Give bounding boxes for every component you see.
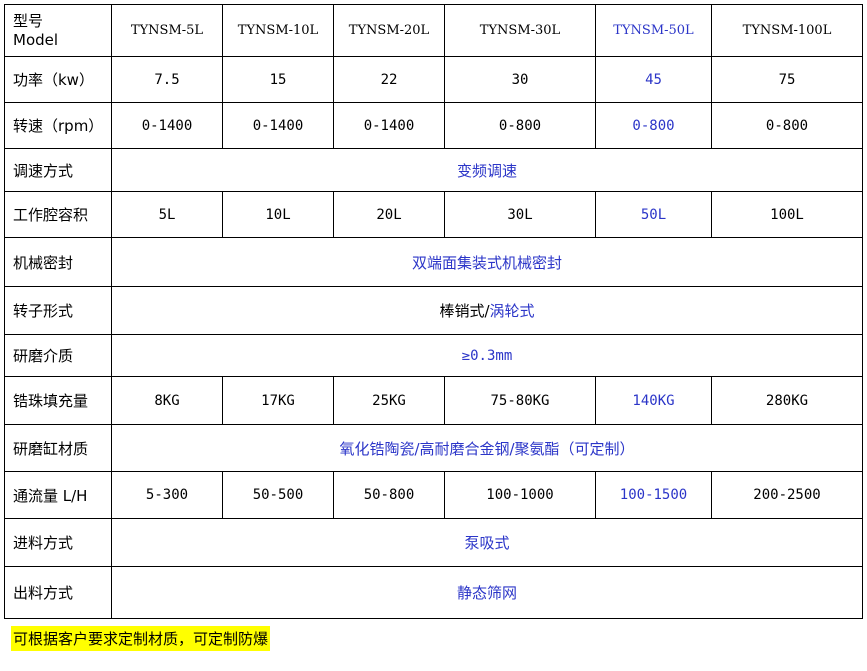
chamber-volume-label: 工作腔容积 xyxy=(4,191,112,238)
speed-control-row: 调速方式 变频调速 xyxy=(4,148,863,192)
mechanical-seal-label: 机械密封 xyxy=(4,237,112,287)
power-cell: 7.5 xyxy=(111,56,223,103)
model-cell: TYNSM-10L xyxy=(222,4,334,57)
rotor-type-b: 涡轮式 xyxy=(489,302,535,320)
note-container: 可根据客户要求定制材质，可定制防爆 xyxy=(11,626,271,651)
cylinder-material-row: 研磨缸材质 氧化锆陶瓷/高耐磨合金钢/聚氨酯（可定制） xyxy=(4,424,863,472)
chamber-volume-cell: 30L xyxy=(444,191,596,238)
chamber-volume-cell: 20L xyxy=(333,191,445,238)
mechanical-seal-row: 机械密封 双端面集装式机械密封 xyxy=(4,237,863,287)
discharge-method-value: 静态筛网 xyxy=(111,566,863,619)
chamber-volume-cell: 10L xyxy=(222,191,334,238)
speed-cell-highlight: 0-800 xyxy=(595,102,712,149)
speed-cell: 0-800 xyxy=(711,102,863,149)
rotor-type-label: 转子形式 xyxy=(4,286,112,335)
model-cell: TYNSM-20L xyxy=(333,4,445,57)
chamber-volume-cell: 5L xyxy=(111,191,223,238)
power-cell-highlight: 45 xyxy=(595,56,712,103)
discharge-method-row: 出料方式 静态筛网 xyxy=(4,566,863,619)
power-label: 功率（kw） xyxy=(4,56,112,103)
flow-rate-cell: 5-300 xyxy=(111,471,223,519)
discharge-method-label: 出料方式 xyxy=(4,566,112,619)
speed-cell: 0-800 xyxy=(444,102,596,149)
flow-rate-cell: 50-500 xyxy=(222,471,334,519)
rotor-type-cell: 棒销式/涡轮式 xyxy=(111,286,863,335)
bead-fill-cell-highlight: 140KG xyxy=(595,376,712,425)
model-row: 型号 Model TYNSM-5L TYNSM-10L TYNSM-20L TY… xyxy=(4,4,863,57)
feed-method-value: 泵吸式 xyxy=(111,518,863,567)
bead-fill-cell: 75-80KG xyxy=(444,376,596,425)
chamber-volume-row: 工作腔容积 5L 10L 20L 30L 50L 100L xyxy=(4,191,863,238)
grinding-media-value: ≥0.3mm xyxy=(111,334,863,377)
mechanical-seal-value: 双端面集装式机械密封 xyxy=(111,237,863,287)
bead-fill-cell: 25KG xyxy=(333,376,445,425)
power-cell: 22 xyxy=(333,56,445,103)
speed-cell: 0-1400 xyxy=(333,102,445,149)
bead-fill-cell: 17KG xyxy=(222,376,334,425)
chamber-volume-cell: 100L xyxy=(711,191,863,238)
speed-row: 转速（rpm） 0-1400 0-1400 0-1400 0-800 0-800… xyxy=(4,102,863,149)
feed-method-label: 进料方式 xyxy=(4,518,112,567)
flow-rate-label: 通流量 L/H xyxy=(4,471,112,519)
flow-rate-row: 通流量 L/H 5-300 50-500 50-800 100-1000 100… xyxy=(4,471,863,519)
model-label-cell: 型号 Model xyxy=(4,4,112,57)
model-cell: TYNSM-30L xyxy=(444,4,596,57)
spec-table: 型号 Model TYNSM-5L TYNSM-10L TYNSM-20L TY… xyxy=(4,4,863,619)
grinding-media-label: 研磨介质 xyxy=(4,334,112,377)
cylinder-material-label: 研磨缸材质 xyxy=(4,424,112,472)
flow-rate-cell-highlight: 100-1500 xyxy=(595,471,712,519)
power-cell: 75 xyxy=(711,56,863,103)
rotor-type-a: 棒销式 xyxy=(439,302,485,320)
flow-rate-cell: 200-2500 xyxy=(711,471,863,519)
rotor-type-row: 转子形式 棒销式/涡轮式 xyxy=(4,286,863,335)
model-cell: TYNSM-5L xyxy=(111,4,223,57)
flow-rate-cell: 50-800 xyxy=(333,471,445,519)
model-label-en: Model xyxy=(13,30,59,49)
bead-fill-row: 锆珠填充量 8KG 17KG 25KG 75-80KG 140KG 280KG xyxy=(4,376,863,425)
bead-fill-cell: 8KG xyxy=(111,376,223,425)
customization-note: 可根据客户要求定制材质，可定制防爆 xyxy=(11,626,271,651)
speed-cell: 0-1400 xyxy=(111,102,223,149)
power-cell: 15 xyxy=(222,56,334,103)
cylinder-material-value: 氧化锆陶瓷/高耐磨合金钢/聚氨酯（可定制） xyxy=(111,424,863,472)
chamber-volume-cell-highlight: 50L xyxy=(595,191,712,238)
speed-cell: 0-1400 xyxy=(222,102,334,149)
bead-fill-label: 锆珠填充量 xyxy=(4,376,112,425)
grinding-media-row: 研磨介质 ≥0.3mm xyxy=(4,334,863,377)
model-cell: TYNSM-100L xyxy=(711,4,863,57)
model-cell-highlight: TYNSM-50L xyxy=(595,4,712,57)
speed-control-label: 调速方式 xyxy=(4,148,112,192)
speed-label: 转速（rpm） xyxy=(4,102,112,149)
feed-method-row: 进料方式 泵吸式 xyxy=(4,518,863,567)
bead-fill-cell: 280KG xyxy=(711,376,863,425)
power-cell: 30 xyxy=(444,56,596,103)
model-label-cn: 型号 xyxy=(13,11,44,30)
power-row: 功率（kw） 7.5 15 22 30 45 75 xyxy=(4,56,863,103)
flow-rate-cell: 100-1000 xyxy=(444,471,596,519)
speed-control-value: 变频调速 xyxy=(111,148,863,192)
